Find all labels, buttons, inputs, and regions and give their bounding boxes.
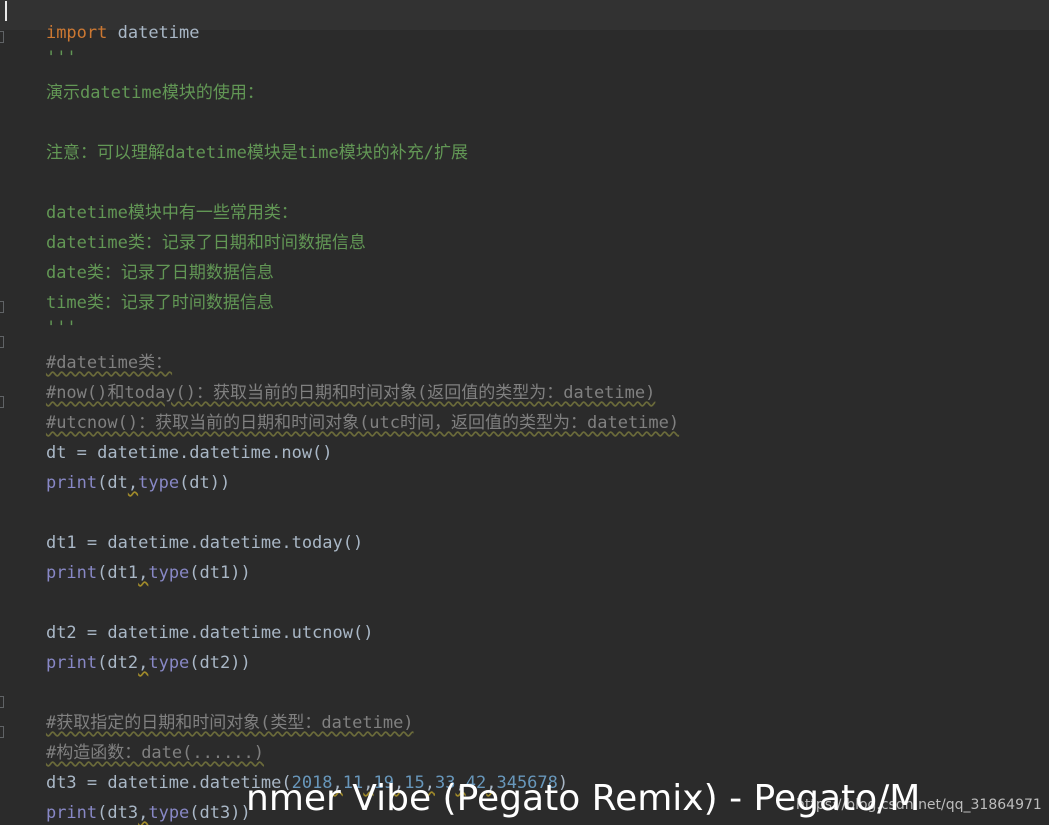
code-editor[interactable]: import datetime ''' 演示datetime模块的使用： 注意：…	[0, 0, 1049, 825]
code-line-25[interactable]: #构造函数：date(......)	[0, 720, 1049, 763]
type-builtin: type	[148, 563, 190, 583]
code-text: (dt1))	[189, 563, 251, 583]
type-builtin: type	[148, 803, 190, 823]
code-line-22[interactable]: print(dt2,type(dt2))	[0, 630, 1049, 673]
code-line-26[interactable]: dt3 = datetime.datetime(2018,11,19,15,33…	[0, 750, 1049, 793]
type-builtin: type	[148, 653, 190, 673]
comma-warning: ,	[138, 803, 149, 823]
code-line-19[interactable]: print(dt1,type(dt1))	[0, 540, 1049, 583]
code-line-9[interactable]: date类：记录了日期数据信息	[0, 240, 1049, 283]
code-line-14[interactable]: #utcnow()：获取当前的日期和时间对象(utc时间，返回值的类型为：dat…	[0, 390, 1049, 433]
print-builtin: print	[45, 473, 98, 493]
code-line-12[interactable]: #datetime类：	[0, 330, 1049, 373]
overlay-song-title: nmer Vibe (Pegato Remix) - Pegato/M	[246, 778, 921, 819]
fold-marker-icon[interactable]	[0, 301, 4, 313]
code-line-18[interactable]: dt1 = datetime.datetime.today()	[0, 510, 1049, 553]
code-line-7[interactable]: datetime模块中有一些常用类：	[0, 180, 1049, 223]
type-builtin: type	[138, 473, 180, 493]
fold-marker-icon[interactable]	[0, 396, 4, 408]
code-text: (dt2))	[189, 653, 251, 673]
comma-warning: ,	[127, 473, 139, 493]
code-text: (dt3))	[189, 803, 251, 823]
code-line-13[interactable]: #now()和today()：获取当前的日期和时间对象(返回值的类型为：date…	[0, 360, 1049, 403]
print-builtin: print	[45, 563, 98, 583]
code-text: (dt2	[97, 653, 139, 673]
code-line-2[interactable]: '''	[0, 25, 1049, 68]
fold-marker-icon[interactable]	[0, 696, 4, 708]
print-builtin: print	[45, 803, 98, 823]
code-line-15[interactable]: dt = datetime.datetime.now()	[0, 420, 1049, 463]
code-line-16[interactable]: print(dt,type(dt))	[0, 450, 1049, 493]
code-line-3[interactable]: 演示datetime模块的使用：	[0, 60, 1049, 103]
code-text: (dt	[97, 473, 128, 493]
code-line-11[interactable]: '''	[0, 295, 1049, 338]
text-caret	[5, 1, 7, 21]
fold-marker-icon[interactable]	[0, 726, 4, 738]
code-text: (dt1	[97, 563, 139, 583]
docstring-text: 注意：可以理解datetime模块是time模块的补充/扩展	[45, 143, 469, 163]
print-builtin: print	[45, 653, 98, 673]
code-line-24[interactable]: #获取指定的日期和时间对象(类型：datetime)	[0, 690, 1049, 733]
code-line-21[interactable]: dt2 = datetime.datetime.utcnow()	[0, 600, 1049, 643]
comma-warning: ,	[138, 653, 149, 673]
docstring-text: 演示datetime模块的使用：	[45, 83, 264, 103]
comma-warning: ,	[138, 563, 149, 583]
code-line-5[interactable]: 注意：可以理解datetime模块是time模块的补充/扩展	[0, 120, 1049, 163]
code-text: (dt3	[97, 803, 139, 823]
code-line-8[interactable]: datetime类：记录了日期和时间数据信息	[0, 210, 1049, 253]
fold-marker-icon[interactable]	[0, 336, 4, 348]
code-text: (dt))	[179, 473, 231, 493]
fold-marker-icon[interactable]	[0, 31, 4, 43]
